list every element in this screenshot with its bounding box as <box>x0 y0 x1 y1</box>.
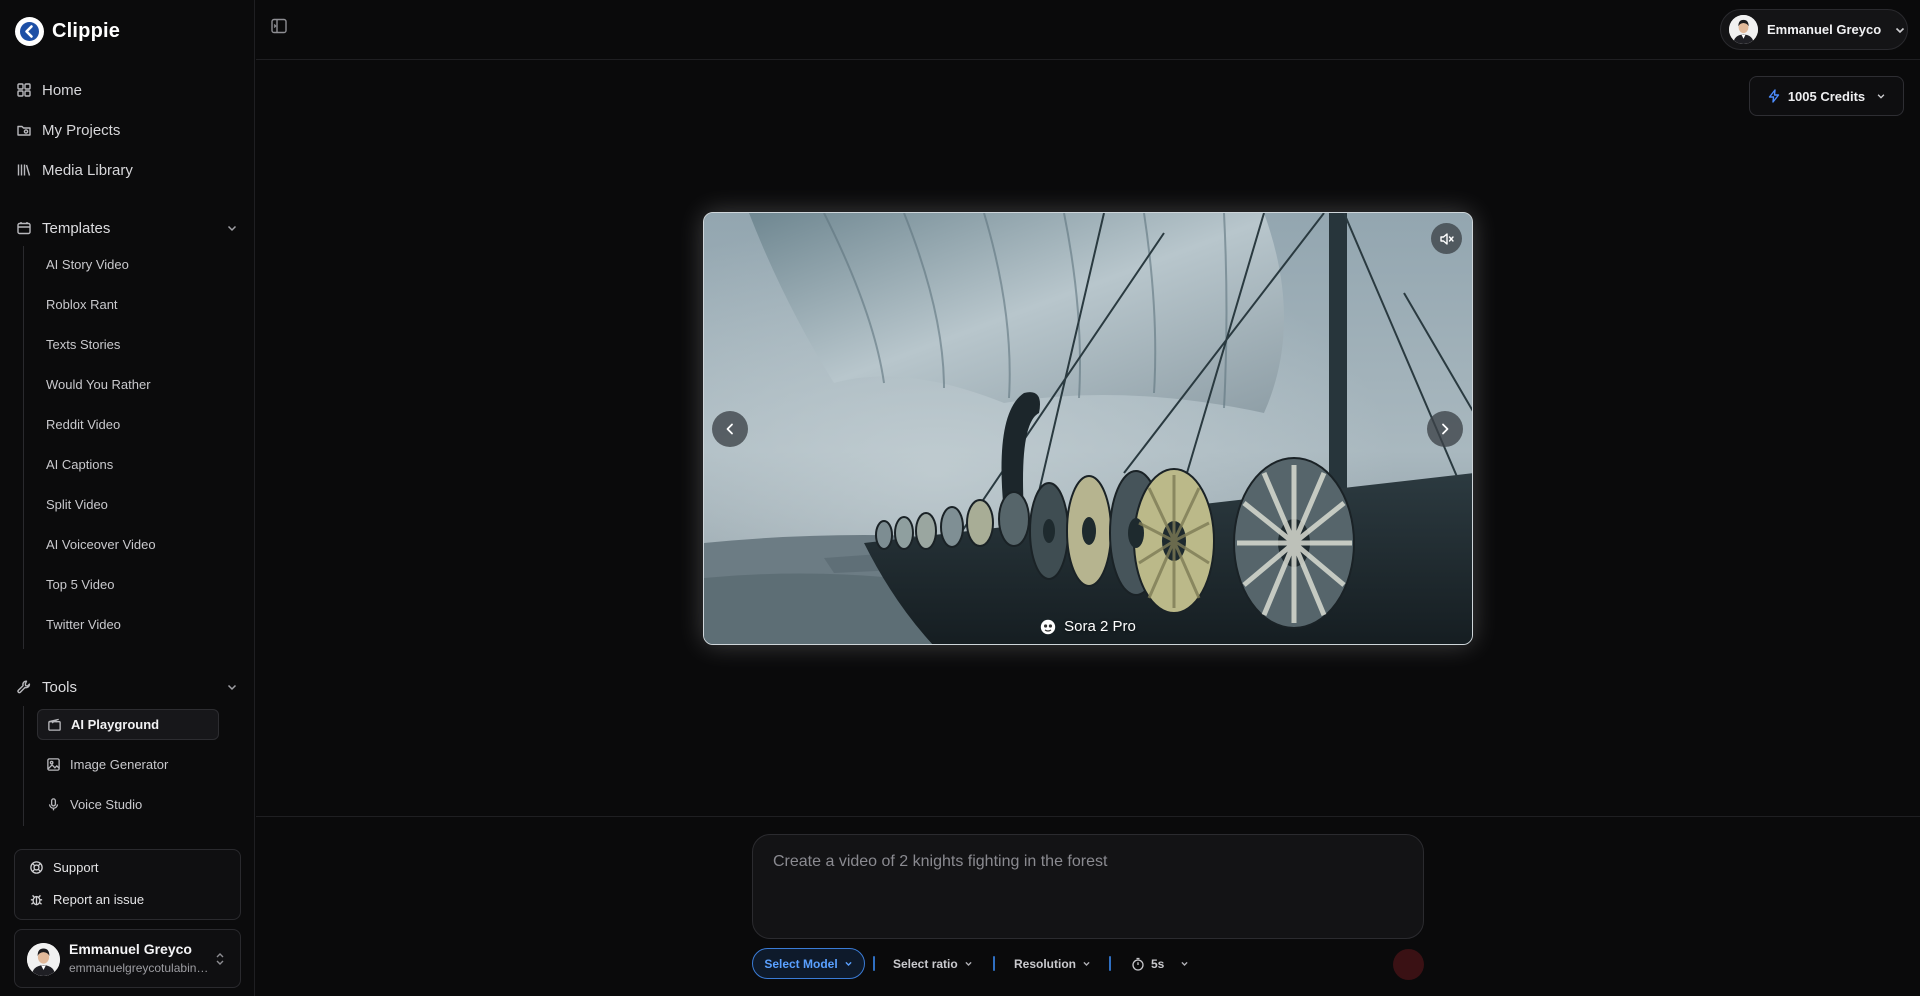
chevron-down-icon <box>1894 24 1906 36</box>
generate-button[interactable] <box>1393 949 1424 980</box>
report-issue-label: Report an issue <box>53 892 145 907</box>
chevron-down-icon <box>1876 91 1886 101</box>
control-separator <box>873 956 875 971</box>
nav-label: My Projects <box>42 121 121 139</box>
tools-tree-line <box>23 706 24 826</box>
logo-icon <box>15 17 44 46</box>
prompt-input[interactable] <box>773 853 1403 923</box>
template-item-would-you-rather[interactable]: Would You Rather <box>46 375 151 395</box>
nav-label: Media Library <box>42 161 133 179</box>
sidebar-toggle-icon[interactable] <box>270 17 288 35</box>
user-name: Emmanuel Greyco <box>69 941 192 957</box>
template-item-reddit-video[interactable]: Reddit Video <box>46 415 120 435</box>
user-account-menu[interactable]: Emmanuel Greyco emmanuelgreycotulabing@g… <box>14 929 241 988</box>
app-name: Clippie <box>52 20 121 42</box>
select-ratio-dropdown[interactable]: Select ratio <box>893 948 973 979</box>
speaker-mute-icon <box>1439 231 1455 247</box>
profile-name: Emmanuel Greyco <box>1767 22 1882 37</box>
user-email: emmanuelgreycotulabing@gmail.com <box>69 961 215 975</box>
tool-item-image-generator[interactable]: Image Generator <box>37 749 219 780</box>
chevron-down-icon <box>964 959 973 968</box>
select-ratio-label: Select ratio <box>893 956 958 971</box>
video-model-tag: Sora 2 Pro <box>704 618 1472 635</box>
bug-icon <box>29 892 44 907</box>
clapper-icon <box>47 717 62 732</box>
resolution-label: Resolution <box>1014 956 1076 971</box>
chevrons-up-down-icon <box>214 951 226 967</box>
credits-button[interactable]: 1005 Credits <box>1749 76 1904 116</box>
lightning-icon <box>1767 89 1781 103</box>
chevron-left-icon <box>723 422 737 436</box>
mic-icon <box>46 797 61 812</box>
templates-icon <box>16 220 32 236</box>
template-item-top-5-video[interactable]: Top 5 Video <box>46 575 114 595</box>
templates-tree-line <box>23 246 24 649</box>
profile-menu-button[interactable]: Emmanuel Greyco <box>1720 9 1908 50</box>
mute-button[interactable] <box>1431 223 1462 254</box>
nav-home[interactable]: Home <box>16 78 82 102</box>
template-item-split-video[interactable]: Split Video <box>46 495 108 515</box>
prompt-divider <box>256 816 1920 817</box>
tool-item-ai-playground[interactable]: AI Playground <box>37 709 219 740</box>
template-item-ai-voiceover-video[interactable]: AI Voiceover Video <box>46 535 156 555</box>
nav-label: Home <box>42 81 83 99</box>
tool-label: Voice Studio <box>70 797 143 812</box>
grid-icon <box>16 82 32 98</box>
prompt-box <box>752 834 1424 939</box>
chevron-down-icon <box>844 959 853 968</box>
select-model-dropdown[interactable]: Select Model <box>752 948 865 979</box>
templates-label: Templates <box>42 219 111 237</box>
report-issue-link[interactable]: Report an issue <box>29 892 144 907</box>
control-separator <box>993 956 995 971</box>
templates-section-toggle[interactable]: Templates <box>16 216 238 240</box>
video-frame <box>704 213 1472 644</box>
tool-label: AI Playground <box>71 717 160 732</box>
nav-media-library[interactable]: Media Library <box>16 158 133 182</box>
library-icon <box>16 162 32 178</box>
tools-label: Tools <box>42 678 78 696</box>
duration-dropdown[interactable]: 5s <box>1131 948 1189 979</box>
nav-my-projects[interactable]: My Projects <box>16 118 120 142</box>
template-item-twitter-video[interactable]: Twitter Video <box>46 615 121 635</box>
next-slide-button[interactable] <box>1427 411 1463 447</box>
top-bar: Emmanuel Greyco <box>256 0 1920 60</box>
resolution-dropdown[interactable]: Resolution <box>1014 948 1091 979</box>
template-item-ai-story-video[interactable]: AI Story Video <box>46 255 129 275</box>
credits-label: 1005 Credits <box>1787 88 1866 104</box>
folder-icon <box>16 122 32 138</box>
control-separator <box>1109 956 1111 971</box>
wrench-icon <box>16 679 32 695</box>
previous-slide-button[interactable] <box>712 411 748 447</box>
duration-label: 5s <box>1151 956 1165 971</box>
openai-logo-icon <box>1040 619 1056 635</box>
avatar <box>1729 15 1758 44</box>
support-link[interactable]: Support <box>29 860 99 875</box>
sidebar: Clippie Home My Projects Media Library T… <box>0 0 255 996</box>
support-panel: Support Report an issue <box>14 849 241 920</box>
image-icon <box>46 757 61 772</box>
tool-label: Image Generator <box>70 757 169 772</box>
chevron-down-icon <box>226 681 238 693</box>
generation-controls: Select Model Select ratio Resolution 5s <box>752 948 1424 980</box>
tool-item-voice-studio[interactable]: Voice Studio <box>37 789 219 820</box>
timer-icon <box>1131 957 1145 971</box>
template-item-ai-captions[interactable]: AI Captions <box>46 455 113 475</box>
chevron-right-icon <box>1438 422 1452 436</box>
app-logo[interactable]: Clippie <box>15 17 120 46</box>
avatar <box>27 943 60 976</box>
chevron-down-icon <box>226 222 238 234</box>
tools-section-toggle[interactable]: Tools <box>16 675 238 699</box>
template-item-roblox-rant[interactable]: Roblox Rant <box>46 295 118 315</box>
chevron-down-icon <box>1180 959 1189 968</box>
lifebuoy-icon <box>29 860 44 875</box>
select-model-label: Select Model <box>764 956 838 971</box>
video-model-label: Sora 2 Pro <box>1064 618 1136 635</box>
chevron-down-icon <box>1082 959 1091 968</box>
support-label: Support <box>53 860 99 875</box>
template-item-texts-stories[interactable]: Texts Stories <box>46 335 120 355</box>
video-preview-carousel[interactable]: Sora 2 Pro <box>703 212 1473 645</box>
